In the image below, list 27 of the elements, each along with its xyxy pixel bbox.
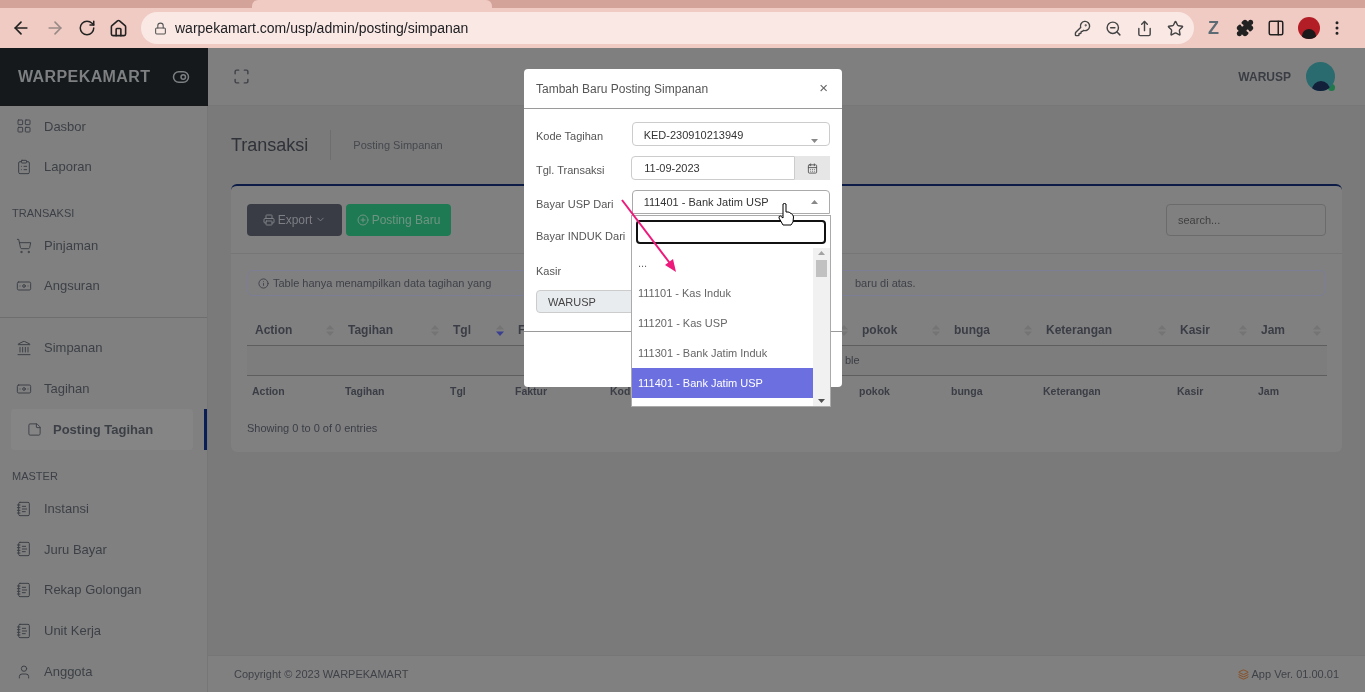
sidebar-heading: TRANSAKSI [12,205,75,221]
column-footer: Jam [1258,385,1279,398]
version-text: App Ver. 01.00.01 [1251,666,1339,682]
empty-message: ble [845,353,860,369]
column-footer: pokok [859,385,890,398]
sidebar-heading: MASTER [12,468,58,484]
field-label: Kasir [536,265,562,277]
table-info: Showing 0 to 0 of 0 entries [247,422,378,434]
column-footer: bunga [951,385,983,398]
field-label: Bayar INDUK Dari [536,228,626,244]
page-title: Transaksi [231,133,309,157]
alert-text: Table hanya menampilkan data tagihan yang [273,276,492,289]
column-footer: Tgl [450,385,466,398]
url-text: warpekamart.com/usp/admin/posting/simpanan [175,18,469,38]
column-footer: Kod [610,385,631,398]
field-label: Bayar USP Dari [536,198,614,210]
alert-text: baru di atas. [855,275,916,291]
copyright-text: Copyright © 2023 WARPEKAMART [234,666,409,682]
brand-name: WARPEKAMART [18,67,151,87]
field-label: Kode Tagihan [536,130,604,142]
modal-title: Tambah Baru Posting Simpanan [536,80,709,98]
column-footer: Action [252,385,285,398]
column-footer: Faktur [515,385,548,398]
column-footer: Keterangan [1043,385,1101,398]
column-footer: Tagihan [345,385,385,398]
column-footer: Kasir [1177,385,1204,398]
field-label: Tgl. Transaksi [536,164,605,176]
